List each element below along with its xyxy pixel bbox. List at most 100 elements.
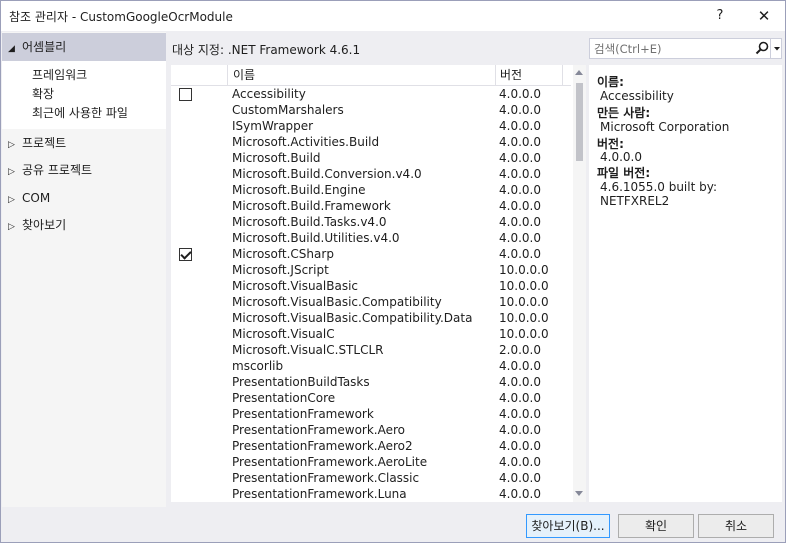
expand-triangle-icon[interactable]: ▷ bbox=[8, 217, 22, 237]
table-row[interactable]: PresentationFramework.Aero2 4.0.0.0 bbox=[171, 438, 571, 454]
table-row[interactable]: Microsoft.VisualBasic.Compatibility.Data… bbox=[171, 310, 571, 326]
detail-file-version-label: 파일 버전: bbox=[597, 166, 651, 180]
table-row[interactable]: ISymWrapper 4.0.0.0 bbox=[171, 118, 571, 134]
include-checkbox[interactable] bbox=[179, 88, 192, 101]
table-row[interactable]: Microsoft.Build.Utilities.v4.0 4.0.0.0 bbox=[171, 230, 571, 246]
assembly-name: Microsoft.VisualC.STLCLR bbox=[232, 343, 384, 357]
detail-name-label: 이름: bbox=[597, 75, 624, 89]
assembly-version: 4.0.0.0 bbox=[499, 231, 541, 245]
table-row[interactable]: CustomMarshalers 4.0.0.0 bbox=[171, 102, 571, 118]
assembly-version: 10.0.0.0 bbox=[499, 295, 549, 309]
sidebar-item-projects[interactable]: ▷ 프로젝트 bbox=[8, 133, 66, 153]
assembly-version: 4.0.0.0 bbox=[499, 199, 541, 213]
assembly-version: 4.0.0.0 bbox=[499, 407, 541, 421]
assembly-version: 4.0.0.0 bbox=[499, 151, 541, 165]
assembly-name: PresentationFramework.Aero bbox=[232, 423, 405, 437]
expand-triangle-icon[interactable]: ▷ bbox=[8, 135, 22, 155]
assembly-version: 4.0.0.0 bbox=[499, 391, 541, 405]
search-input[interactable] bbox=[594, 41, 744, 56]
reference-manager-window: 참조 관리자 - CustomGoogleOcrModule ? ✕ ◢ 어셈블리… bbox=[0, 0, 786, 543]
table-row[interactable]: Microsoft.VisualBasic 10.0.0.0 bbox=[171, 278, 571, 294]
assembly-name: Microsoft.Build.Tasks.v4.0 bbox=[232, 215, 387, 229]
sidebar-item-assemblies[interactable]: ◢ 어셈블리 bbox=[2, 33, 166, 61]
assembly-version: 4.0.0.0 bbox=[499, 87, 541, 101]
table-row[interactable]: Microsoft.VisualC.STLCLR 2.0.0.0 bbox=[171, 342, 571, 358]
assembly-name: CustomMarshalers bbox=[232, 103, 344, 117]
assembly-name: PresentationFramework.AeroLite bbox=[232, 455, 428, 469]
table-row[interactable]: PresentationFramework.Luna 4.0.0.0 bbox=[171, 486, 571, 502]
column-header-version[interactable]: 버전 bbox=[495, 65, 563, 86]
table-row[interactable]: Microsoft.VisualC 10.0.0.0 bbox=[171, 326, 571, 342]
table-row[interactable]: Microsoft.Activities.Build 4.0.0.0 bbox=[171, 134, 571, 150]
assembly-version: 4.0.0.0 bbox=[499, 103, 541, 117]
table-row[interactable]: PresentationCore 4.0.0.0 bbox=[171, 390, 571, 406]
assembly-version: 10.0.0.0 bbox=[499, 263, 549, 277]
expand-triangle-icon[interactable]: ▷ bbox=[8, 190, 22, 210]
target-framework-label: 대상 지정: .NET Framework 4.6.1 bbox=[172, 43, 361, 57]
assembly-version: 4.0.0.0 bbox=[499, 135, 541, 149]
assembly-version: 2.0.0.0 bbox=[499, 343, 541, 357]
assembly-list[interactable]: 이름 버전 Accessibility 4.0.0.0 CustomMarshale… bbox=[171, 65, 586, 502]
sidebar-item-com[interactable]: ▷ COM bbox=[8, 188, 50, 208]
table-row[interactable]: mscorlib 4.0.0.0 bbox=[171, 358, 571, 374]
expand-triangle-icon[interactable]: ▷ bbox=[8, 162, 22, 182]
assembly-name: Microsoft.CSharp bbox=[232, 247, 334, 261]
table-row[interactable]: PresentationFramework.AeroLite 4.0.0.0 bbox=[171, 454, 571, 470]
table-row[interactable]: PresentationFramework.Aero 4.0.0.0 bbox=[171, 422, 571, 438]
assemblies-subitems: 프레임워크 확장 최근에 사용한 파일 bbox=[2, 61, 166, 129]
assembly-name: Accessibility bbox=[232, 87, 306, 101]
vertical-scrollbar[interactable] bbox=[573, 65, 586, 502]
list-rows: Accessibility 4.0.0.0 CustomMarshalers 4.0.… bbox=[171, 86, 571, 502]
assembly-name: Microsoft.JScript bbox=[232, 263, 329, 277]
detail-file-version-value: 4.6.1055.0 built by: NETFXREL2 bbox=[600, 180, 717, 208]
search-icon[interactable] bbox=[754, 40, 770, 57]
cancel-button[interactable]: 취소 bbox=[698, 514, 774, 538]
scroll-thumb[interactable] bbox=[576, 83, 583, 161]
table-row[interactable]: Microsoft.Build.Engine 4.0.0.0 bbox=[171, 182, 571, 198]
sidebar-item-shared-projects[interactable]: ▷ 공유 프로젝트 bbox=[8, 160, 92, 180]
scroll-up-arrow-icon[interactable] bbox=[575, 70, 583, 75]
browse-button[interactable]: 찾아보기(B)... bbox=[526, 514, 610, 538]
table-row[interactable]: Microsoft.JScript 10.0.0.0 bbox=[171, 262, 571, 278]
details-panel: 이름: Accessibility 만든 사람: Microsoft Corpo… bbox=[589, 65, 782, 502]
collapse-triangle-icon[interactable]: ◢ bbox=[8, 39, 22, 59]
window-title: 참조 관리자 - CustomGoogleOcrModule bbox=[9, 10, 233, 24]
table-row[interactable]: Microsoft.VisualBasic.Compatibility 10.0.… bbox=[171, 294, 571, 310]
assembly-version: 4.0.0.0 bbox=[499, 167, 541, 181]
assembly-version: 4.0.0.0 bbox=[499, 119, 541, 133]
search-options-dropdown[interactable] bbox=[770, 39, 782, 58]
table-row[interactable]: PresentationFramework 4.0.0.0 bbox=[171, 406, 571, 422]
scroll-down-arrow-icon[interactable] bbox=[575, 491, 583, 496]
sidebar-subitem-framework[interactable]: 프레임워크 bbox=[32, 66, 87, 84]
assembly-version: 4.0.0.0 bbox=[499, 183, 541, 197]
assembly-name: Microsoft.Build.Framework bbox=[232, 199, 391, 213]
detail-author-label: 만든 사람: bbox=[597, 106, 651, 120]
assembly-version: 10.0.0.0 bbox=[499, 327, 549, 341]
sidebar-subitem-extensions[interactable]: 확장 bbox=[32, 85, 54, 103]
column-header-name[interactable]: 이름 bbox=[227, 65, 495, 86]
assembly-name: PresentationBuildTasks bbox=[232, 375, 370, 389]
table-row[interactable]: Microsoft.Build.Conversion.v4.0 4.0.0.0 bbox=[171, 166, 571, 182]
table-row[interactable]: Microsoft.Build.Tasks.v4.0 4.0.0.0 bbox=[171, 214, 571, 230]
sidebar-item-label: COM bbox=[22, 191, 51, 205]
detail-name-value: Accessibility bbox=[600, 89, 674, 103]
table-row[interactable]: Microsoft.Build 4.0.0.0 bbox=[171, 150, 571, 166]
assembly-name: Microsoft.VisualBasic.Compatibility bbox=[232, 295, 442, 309]
search-box[interactable] bbox=[589, 38, 782, 59]
sidebar-subitem-recent[interactable]: 최근에 사용한 파일 bbox=[32, 104, 128, 122]
close-button[interactable]: ✕ bbox=[751, 5, 777, 27]
include-checkbox[interactable] bbox=[179, 248, 192, 261]
sidebar-item-browse[interactable]: ▷ 찾아보기 bbox=[8, 215, 66, 235]
table-row[interactable]: Accessibility 4.0.0.0 bbox=[171, 86, 571, 102]
assembly-name: PresentationFramework.Luna bbox=[232, 487, 407, 501]
table-row[interactable]: PresentationFramework.Classic 4.0.0.0 bbox=[171, 470, 571, 486]
assembly-version: 4.0.0.0 bbox=[499, 455, 541, 469]
table-row[interactable]: Microsoft.CSharp 4.0.0.0 bbox=[171, 246, 571, 262]
assembly-version: 4.0.0.0 bbox=[499, 375, 541, 389]
help-button[interactable]: ? bbox=[707, 5, 733, 27]
table-row[interactable]: PresentationBuildTasks 4.0.0.0 bbox=[171, 374, 571, 390]
table-row[interactable]: Microsoft.Build.Framework 4.0.0.0 bbox=[171, 198, 571, 214]
ok-button[interactable]: 확인 bbox=[618, 514, 694, 538]
assembly-name: PresentationFramework.Aero2 bbox=[232, 439, 413, 453]
sidebar-item-label: 프로젝트 bbox=[22, 136, 67, 150]
